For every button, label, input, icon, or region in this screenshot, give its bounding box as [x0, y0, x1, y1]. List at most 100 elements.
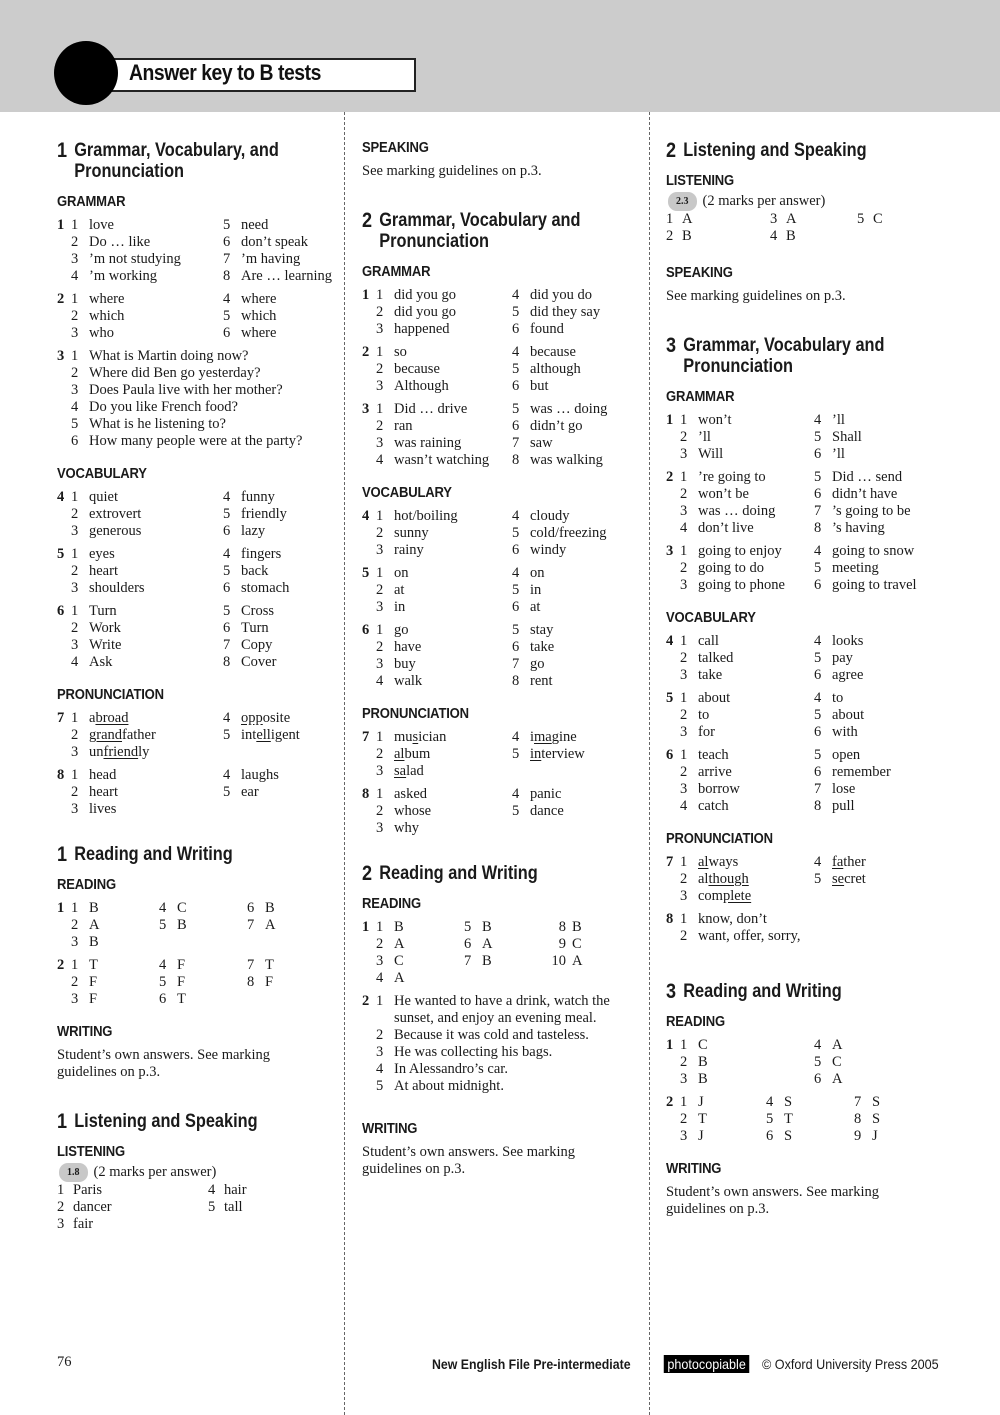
answer-item: 8S [854, 1111, 936, 1128]
answer-text: on [530, 565, 545, 581]
answer-item: 3 happened [376, 321, 512, 338]
answer-item: 4 ’m working [71, 268, 223, 285]
answer-number: 5 [512, 803, 520, 819]
answer-text: so [394, 344, 407, 360]
answer-number: 7 [223, 637, 231, 653]
answer-text: B [572, 919, 582, 935]
answer-number: 4 [814, 1037, 822, 1053]
answer-text: have [394, 639, 422, 655]
answer-number: 3 [376, 321, 384, 337]
answer-number: 1 [71, 603, 79, 619]
answer-number: 3 [680, 1071, 688, 1087]
answer-number: 3 [376, 1044, 384, 1060]
answer-text: head [89, 767, 117, 783]
answer-number: 7 [223, 251, 231, 267]
answer-text: agree [832, 667, 864, 683]
answer-text: pay [832, 650, 853, 666]
exercise: 3 1 Did … drive 2 ran 3 was raining 4 wasn’t wat… [362, 401, 632, 469]
answer-text: happened [394, 321, 450, 337]
answer-text: did they say [530, 304, 601, 320]
answer-text: go [530, 656, 545, 672]
answer-number: 3 [71, 580, 79, 596]
answer-item: 2 have [376, 639, 512, 656]
answer-text: C [832, 1054, 842, 1070]
answer-item: 2A [376, 936, 464, 953]
answer-number: 1 [71, 710, 79, 726]
answer-item: 3F [71, 991, 159, 1008]
answer-text: quiet [89, 489, 118, 505]
answer-item: 1 hot/boiling [376, 508, 512, 525]
answer-number: 1 [680, 469, 688, 485]
exercise: 4 1 quiet 2 extrovert 3 generous 4 funny 5 friendl… [57, 489, 327, 540]
answer-text: He wanted to have a drink, watch the sun… [394, 993, 610, 1026]
answer-item: 2A [71, 917, 159, 934]
answer-item: 8 Are … learning [223, 268, 332, 285]
answer-item: 6A [814, 1071, 936, 1088]
answer-number: 3 [376, 435, 384, 451]
answer-item: 5 ear [223, 784, 327, 801]
answer-number: 5 [814, 469, 822, 485]
answer-number: 2 [680, 764, 688, 780]
answer-text: B [89, 934, 99, 950]
column-2: SPEAKING See marking guidelines on p.3. … [362, 140, 632, 1178]
answer-item: 5F [159, 974, 247, 991]
answer-item: 9J [854, 1128, 936, 1145]
answer-number: 5 [766, 1111, 774, 1127]
answer-text: heart [89, 563, 118, 579]
subheading-speaking: SPEAKING [362, 140, 429, 156]
answer-text: He was collecting his bags. [394, 1044, 553, 1060]
header-band [0, 0, 1000, 112]
answer-item: 6 lazy [223, 523, 327, 540]
answer-text: teach [698, 747, 729, 763]
answer-text: sunny [394, 525, 429, 541]
answer-item: 1 ’re going to [680, 469, 814, 486]
answer-text: Turn [89, 603, 117, 619]
answer-text: father [832, 854, 866, 870]
answer-item: 5 about [814, 707, 936, 724]
answer-number: 2 [680, 707, 688, 723]
answer-item: 5 Shall [814, 429, 936, 446]
answer-text: take [698, 667, 723, 683]
answer-number: 6 [71, 433, 79, 449]
answer-text: C [873, 211, 883, 227]
answer-number: 1 [680, 911, 688, 927]
answer-number: 3 [71, 991, 79, 1007]
answer-item: 5 in [512, 582, 632, 599]
answer-text: know, don’t [698, 911, 767, 927]
answer-item: 4A [376, 970, 464, 987]
answer-text: intelligent [241, 727, 300, 743]
answer-number: 5 [208, 1199, 216, 1215]
writing-text: Student’s own answers. See marking guide… [666, 1184, 880, 1217]
answer-text: walk [394, 673, 423, 689]
answer-text: ’m working [89, 268, 158, 284]
answer-text: B [394, 919, 404, 935]
answer-item: 6 windy [512, 542, 632, 559]
answer-text: looks [832, 633, 864, 649]
answer-item: 2 arrive [680, 764, 814, 781]
answer-number: 1 [680, 633, 688, 649]
answer-item: 7 ’s going to be [814, 503, 936, 520]
exercise: 1 1 love 2 Do … like 3’m not studying 4’m work… [57, 217, 332, 285]
answer-item: 5 need [223, 217, 332, 234]
answer-item: 3 lives [71, 801, 223, 818]
answer-item: 1 know, don’t [680, 911, 936, 928]
answer-item: 7A [247, 917, 327, 934]
answer-item: 6 going to travel [814, 577, 936, 594]
answer-text: F [89, 991, 98, 1007]
answer-item: 3 borrow [680, 781, 814, 798]
answer-item: 8 pull [814, 798, 936, 815]
answer-number: 2 [376, 639, 384, 655]
answer-text: C [177, 900, 187, 916]
answer-item: 5 was … doing [512, 401, 632, 418]
answer-number: 1 [680, 1037, 688, 1053]
answer-number: 6 [223, 325, 231, 341]
subheading-speaking: SPEAKING [666, 265, 733, 281]
answer-text: T [698, 1111, 707, 1127]
answer-number: 1 [376, 993, 384, 1009]
answer-item: 2 did you go [376, 304, 512, 321]
answer-number: 2 [376, 1027, 384, 1043]
answer-number: 6 [814, 486, 822, 502]
exercise: 6 1 teach 2 arrive 3 borrow 4 catch 5 open 6 remembe… [666, 747, 936, 815]
answer-item: 4 opposite [223, 710, 327, 727]
answer-item: 6 remember [814, 764, 936, 781]
